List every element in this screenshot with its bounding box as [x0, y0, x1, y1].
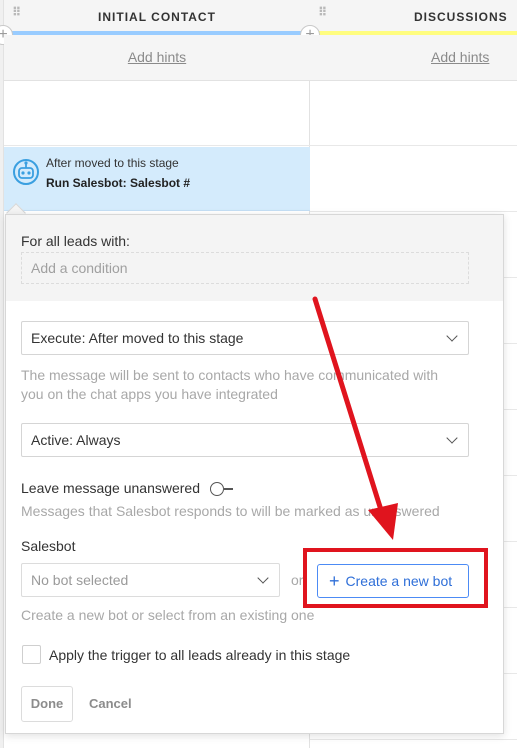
create-new-bot-label: Create a new bot [345, 573, 453, 589]
chevron-down-icon [446, 432, 458, 444]
trigger-title: Run Salesbot: Salesbot # [46, 176, 191, 190]
trigger-subtitle: After moved to this stage [46, 156, 179, 170]
column-title: DISCUSSIONS [414, 10, 508, 24]
toggle-knob [210, 482, 224, 496]
row-divider [4, 145, 310, 146]
bot-select-value: No bot selected [31, 572, 129, 588]
column-header-discussions[interactable]: ⠿ DISCUSSIONS [310, 0, 517, 33]
apply-all-checkbox[interactable] [22, 645, 41, 664]
bot-select[interactable]: No bot selected [21, 563, 280, 597]
drag-handle-icon[interactable]: ⠿ [318, 6, 327, 18]
chevron-down-icon [446, 330, 458, 342]
chevron-down-icon [257, 572, 269, 584]
apply-all-label[interactable]: Apply the trigger to all leads already i… [49, 647, 350, 663]
column-header-initial-contact[interactable]: ⠿ INITIAL CONTACT [4, 0, 310, 33]
execute-select[interactable]: Execute: After moved to this stage [21, 321, 469, 355]
active-select-value: Active: Always [31, 432, 121, 448]
create-new-bot-button[interactable]: + Create a new bot [317, 564, 469, 598]
or-label: or [291, 572, 304, 588]
robot-icon [13, 159, 39, 185]
active-select[interactable]: Active: Always [21, 423, 469, 457]
condition-input[interactable]: Add a condition [21, 252, 469, 284]
leave-unanswered-toggle[interactable] [210, 481, 236, 497]
salesbot-label: Salesbot [21, 538, 76, 554]
create-help-text: Create a new bot or select from an exist… [21, 607, 315, 623]
leave-unanswered-label: Leave message unanswered [21, 480, 201, 496]
hints-row: Add hints [310, 35, 517, 81]
row-divider [310, 211, 517, 212]
salesbot-trigger-card[interactable]: After moved to this stage Run Salesbot: … [4, 147, 310, 211]
add-hints-link[interactable]: Add hints [4, 49, 310, 65]
board-left-edge [0, 0, 4, 748]
hints-row: Add hints [4, 35, 310, 81]
condition-section: For all leads with: Add a condition [6, 215, 503, 301]
trigger-settings-popup: For all leads with: Add a condition Exec… [5, 214, 504, 734]
cancel-button[interactable]: Cancel [89, 696, 132, 711]
execute-help-text: The message will be sent to contacts who… [21, 367, 439, 402]
row-divider [310, 145, 517, 146]
execute-select-value: Execute: After moved to this stage [31, 330, 244, 346]
done-button[interactable]: Done [21, 686, 73, 722]
condition-label: For all leads with: [21, 233, 130, 249]
plus-icon: + [329, 571, 340, 591]
leave-help-text: Messages that Salesbot responds to will … [21, 503, 440, 519]
column-title: INITIAL CONTACT [98, 10, 216, 24]
add-hints-link[interactable]: Add hints [431, 49, 489, 65]
row-divider [310, 739, 517, 740]
toggle-track [224, 488, 233, 490]
